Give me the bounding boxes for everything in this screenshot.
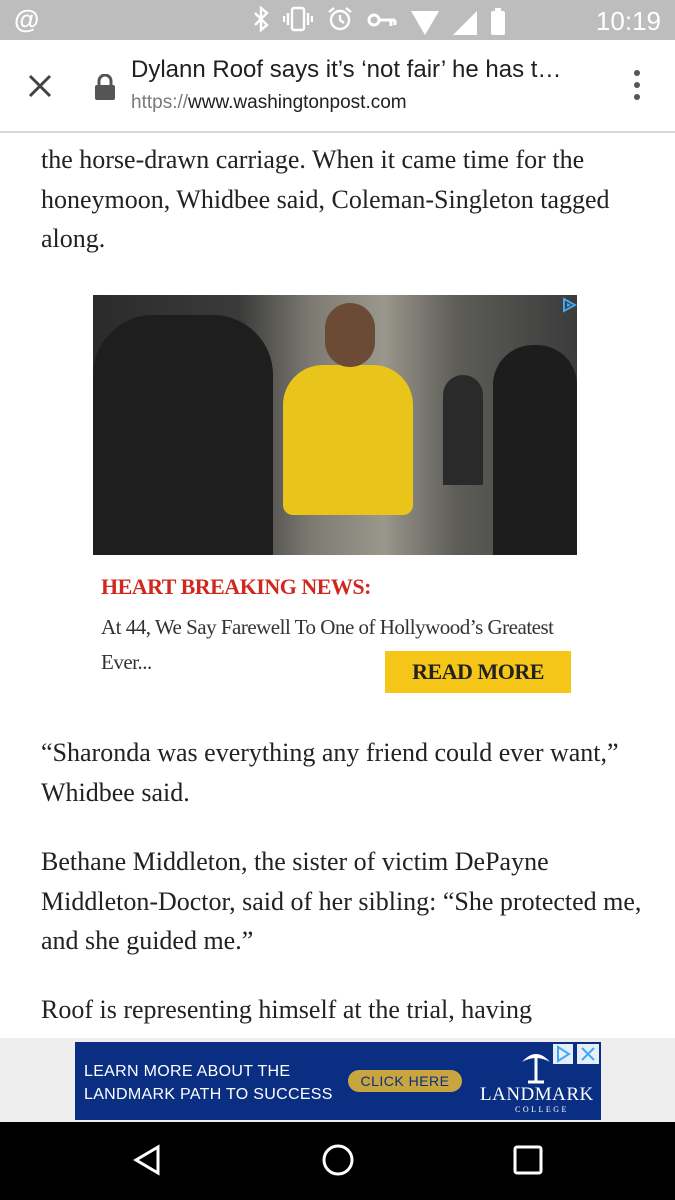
wifi-icon [411, 10, 439, 35]
ad-headline[interactable]: HEART BREAKING NEWS: [101, 574, 371, 600]
alarm-icon [327, 6, 353, 39]
page-title: Dylann Roof says it’s ‘not fair’ he has … [131, 56, 562, 83]
article-paragraph: “Sharonda was everything any friend coul… [41, 738, 619, 807]
overflow-menu-icon[interactable] [627, 70, 647, 110]
page-url[interactable]: https://www.washingtonpost.com [131, 92, 407, 114]
ad-image[interactable] [93, 295, 577, 555]
article-paragraph: Roof is representing himself at the tria… [41, 995, 532, 1024]
article-paragraph: the horse-drawn carriage. When it came t… [41, 145, 610, 253]
click-here-button[interactable]: CLICK HERE [348, 1070, 462, 1092]
ad-choices-icon[interactable] [553, 1044, 573, 1064]
at-sign-icon: @ [14, 4, 40, 34]
banner-text-line: LEARN MORE ABOUT THE [84, 1063, 291, 1080]
home-icon[interactable] [320, 1142, 356, 1178]
status-time: 10:19 [595, 6, 661, 36]
back-icon[interactable] [130, 1142, 166, 1178]
banner-text-line: LANDMARK PATH TO SUCCESS [84, 1086, 333, 1103]
custom-tab-toolbar: Dylann Roof says it’s ‘not fair’ he has … [0, 40, 675, 133]
navigation-bar [0, 1122, 675, 1200]
landmark-logo-icon [520, 1048, 552, 1084]
vibrate-icon [282, 6, 314, 39]
vpn-key-icon [367, 9, 397, 37]
battery-icon [491, 7, 505, 35]
banner-logo-subtitle: COLLEGE [515, 1105, 569, 1114]
sponsored-ad[interactable]: HEART BREAKING NEWS: At 44, We Say Farew… [93, 295, 579, 700]
banner-ad-container: LEARN MORE ABOUT THE LANDMARK PATH TO SU… [0, 1038, 675, 1122]
recents-icon[interactable] [510, 1142, 546, 1178]
read-more-button[interactable]: READ MORE [385, 651, 571, 693]
close-icon[interactable] [24, 70, 56, 102]
url-scheme: https:// [131, 92, 189, 113]
banner-logo-name: LANDMARK [480, 1084, 594, 1105]
url-host: www.washingtonpost.com [188, 92, 407, 113]
bluetooth-icon [253, 5, 269, 39]
cell-signal-icon [453, 10, 477, 35]
banner-text[interactable]: LEARN MORE ABOUT THE LANDMARK PATH TO SU… [84, 1060, 333, 1106]
status-icons [253, 5, 505, 39]
close-ad-icon[interactable] [577, 1044, 599, 1064]
status-bar: @ 10:19 [0, 0, 675, 40]
lock-icon[interactable] [94, 73, 116, 100]
ad-choices-icon[interactable] [561, 297, 578, 313]
article-paragraph: Bethane Middleton, the sister of victim … [41, 847, 642, 955]
banner-ad[interactable]: LEARN MORE ABOUT THE LANDMARK PATH TO SU… [75, 1042, 601, 1120]
